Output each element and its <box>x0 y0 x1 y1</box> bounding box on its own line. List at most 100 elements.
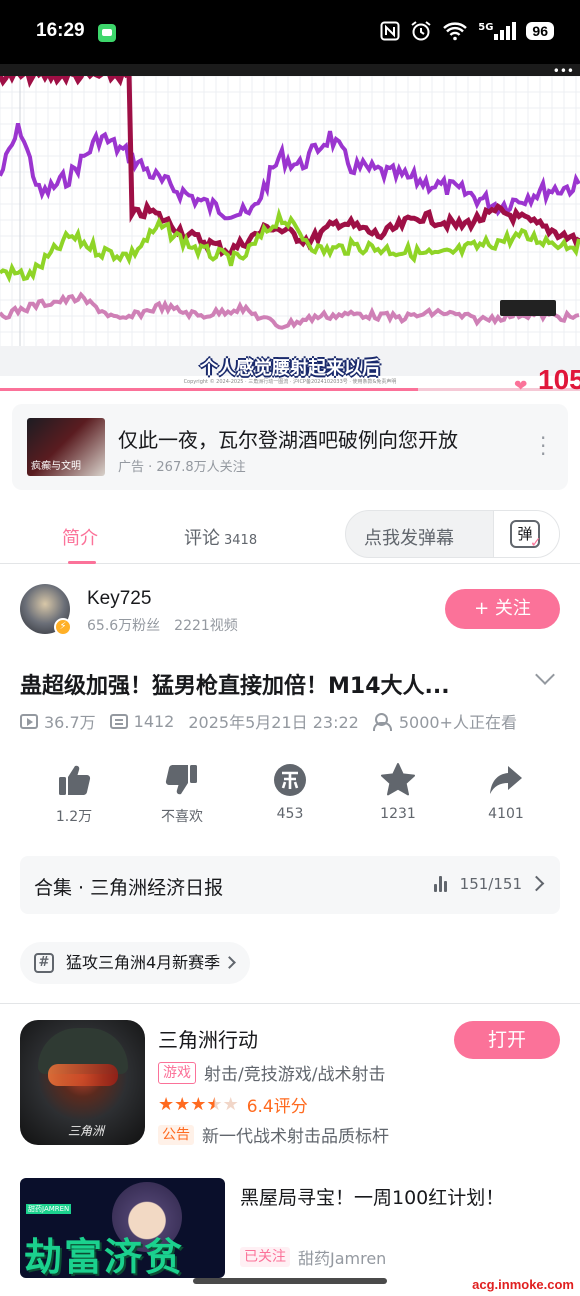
video-counter: 105 <box>538 364 580 394</box>
follow-button[interactable]: + 关注 <box>445 589 560 629</box>
game-categories: 射击/竞技游戏/战术射击 <box>204 1065 386 1085</box>
message-icon <box>98 24 116 42</box>
ad-more-icon[interactable]: · · · <box>540 428 546 464</box>
game-icon-image[interactable]: 三角洲 <box>20 1020 145 1145</box>
home-indicator[interactable] <box>193 1278 387 1284</box>
ad-card[interactable]: 疯癫与文明 仅此一夜，瓦尔登湖酒吧破例向您开放 广告 · 267.8万人关注 ·… <box>12 404 568 490</box>
wifi-icon <box>443 22 468 41</box>
open-game-button[interactable]: 打开 <box>454 1021 560 1059</box>
share-button[interactable]: 4101 <box>452 760 560 822</box>
ad-meta: 广告 · 267.8万人关注 <box>118 460 246 475</box>
views-icon <box>20 713 38 729</box>
game-tagline-row: 公告 新一代战术射击品质标杆 <box>158 1122 389 1147</box>
like-button[interactable]: 1.2万 <box>20 760 128 826</box>
ad-thumbnail: 疯癫与文明 <box>27 418 105 476</box>
announcement-chip: 公告 <box>158 1124 194 1145</box>
status-bar: 16:29 5G 96 <box>0 0 580 64</box>
like-count: 1.2万 <box>55 809 93 825</box>
expand-chevron-icon[interactable] <box>535 665 555 685</box>
game-categories-row: 游戏 射击/竞技游戏/战术射击 <box>158 1060 385 1085</box>
video-player[interactable]: ••• 个人感觉腰射起来以后 Copyright © 2024-2025 · 三… <box>0 64 580 394</box>
playing-bars-icon <box>434 876 450 892</box>
uploader-stats: 65.6万粉丝 2221视频 <box>87 615 238 635</box>
share-icon <box>490 766 522 794</box>
danmaku-toggle-button[interactable]: 弹 ✓ <box>493 511 559 557</box>
collection-title: 合集 · 三角洲经济日报 <box>34 877 224 899</box>
tab-comments-label: 评论 <box>184 528 220 549</box>
battery-icon: 96 <box>526 22 554 40</box>
publish-date: 2025年5月21日 23:22 <box>188 713 359 732</box>
recommended-author: 甜药Jamren <box>298 1249 387 1268</box>
check-icon: ✓ <box>530 535 542 551</box>
star-icon: ★ <box>174 1093 191 1115</box>
video-title: 蛊超级加强！猛男枪直接加倍！M14大人... <box>20 674 450 699</box>
recommended-video-thumbnail[interactable]: 甜药JAMREN 劫富济贫 <box>20 1178 225 1278</box>
ad-title: 仅此一夜，瓦尔登湖酒吧破例向您开放 <box>118 428 458 452</box>
video-progress-fill <box>0 388 418 391</box>
hashtag-icon: # <box>34 953 54 973</box>
share-count: 4101 <box>488 806 524 822</box>
action-bar: 1.2万 不喜欢 453 1231 4101 <box>20 760 560 830</box>
video-frame-chart <box>0 76 580 376</box>
uploader-videos: 2221视频 <box>174 618 238 634</box>
thumb-brand: 甜药JAMREN <box>26 1204 72 1214</box>
video-meta: 36.7万 1412 2025年5月21日 23:22 5000+人正在看 <box>20 709 531 733</box>
favorite-button[interactable]: 1231 <box>344 760 452 822</box>
star-icon: ★ <box>158 1093 175 1115</box>
chevron-right-icon <box>528 875 545 892</box>
star-icon: ★ <box>206 1093 223 1115</box>
game-chip: 游戏 <box>158 1061 196 1084</box>
uploader-fans: 65.6万粉丝 <box>87 618 161 634</box>
signal-icon: 5G <box>478 22 517 40</box>
divider <box>0 1003 580 1004</box>
coin-button[interactable]: 453 <box>236 760 344 822</box>
danmaku-count: 1412 <box>133 711 175 731</box>
ad-thumb-text: 疯癫与文明 <box>31 461 81 472</box>
star-icon: ★ <box>222 1093 239 1115</box>
game-rating: 6.4评分 <box>246 1097 308 1117</box>
view-count: 36.7万 <box>44 713 96 732</box>
heart-icon: ❤ <box>514 376 528 394</box>
tab-bar: 简介 评论 3418 点我发弹幕 弹 ✓ <box>0 506 580 564</box>
followed-chip: 已关注 <box>240 1247 290 1267</box>
status-time: 16:29 <box>36 20 85 41</box>
watermark: acg.inmoke.com <box>472 1277 574 1292</box>
lightning-badge-icon: ⚡ <box>54 618 72 636</box>
network-label: 5G <box>478 22 494 33</box>
tab-intro[interactable]: 简介 <box>62 524 98 564</box>
game-tagline: 新一代战术射击品质标杆 <box>202 1127 389 1147</box>
topic-tag[interactable]: # 猛攻三角洲4月新赛季 <box>20 942 251 984</box>
thumb-text: 劫富济贫 <box>24 1235 185 1278</box>
danmaku-input[interactable]: 点我发弹幕 弹 ✓ <box>345 510 560 558</box>
tab-comments-count: 3418 <box>224 533 258 548</box>
chevron-right-icon <box>223 956 237 969</box>
star-icon: ★ <box>190 1093 207 1115</box>
dislike-button[interactable]: 不喜欢 <box>128 760 236 826</box>
status-icons: 5G 96 <box>380 20 554 42</box>
game-logo-text: 三角洲 <box>68 1124 105 1138</box>
chart-tooltip <box>500 300 556 316</box>
collection-card[interactable]: 合集 · 三角洲经济日报 151/151 <box>20 856 560 914</box>
alarm-icon <box>411 21 431 41</box>
uploader-avatar[interactable]: ⚡ <box>20 584 72 636</box>
dislike-icon <box>165 765 197 795</box>
coin-icon <box>274 764 306 796</box>
like-icon <box>59 765 91 795</box>
nfc-icon <box>380 21 400 41</box>
favorite-icon <box>381 763 415 796</box>
danmaku-placeholder: 点我发弹幕 <box>364 528 454 549</box>
watching-icon <box>372 713 393 731</box>
recommended-video-title[interactable]: 黑屋局寻宝！一周100红计划！ <box>240 1183 504 1210</box>
coin-count: 453 <box>276 806 304 822</box>
tab-comments[interactable]: 评论 3418 <box>184 524 257 550</box>
game-name[interactable]: 三角洲行动 <box>158 1024 258 1053</box>
video-copyright: Copyright © 2024-2025 · 三角洲行动一图流 · 沪ICP备… <box>183 379 397 385</box>
video-subtitle: 个人感觉腰射起来以后 <box>200 358 380 379</box>
collection-progress: 151/151 <box>459 875 522 893</box>
uploader-name[interactable]: Key725 <box>87 588 151 610</box>
video-progress-bar[interactable] <box>0 388 580 391</box>
game-rating-row: ★ ★ ★ ★ ★ 6.4评分 <box>158 1092 308 1117</box>
topic-tag-label: 猛攻三角洲4月新赛季 <box>66 953 221 972</box>
video-top-strip <box>0 64 580 76</box>
favorite-count: 1231 <box>380 806 416 822</box>
